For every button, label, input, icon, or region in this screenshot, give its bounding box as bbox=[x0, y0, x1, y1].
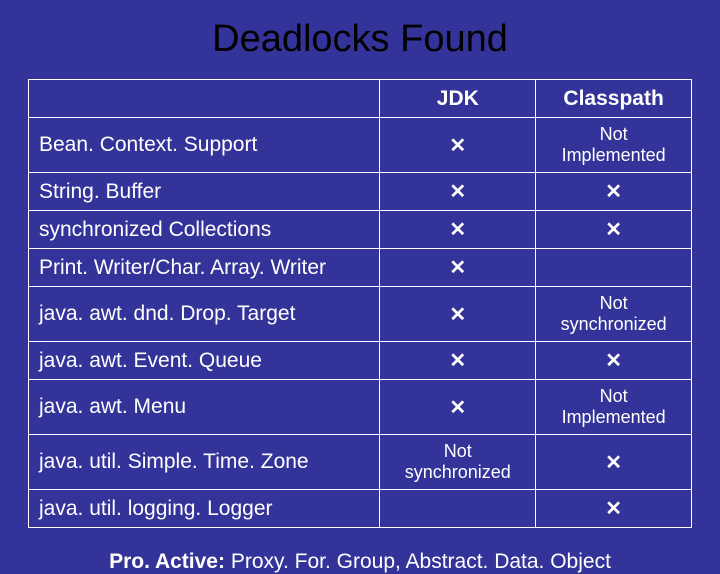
cell-jdk: ✕ bbox=[380, 287, 536, 342]
footer-bold: Pro. Active: bbox=[109, 550, 231, 573]
row-name: java. awt. Event. Queue bbox=[29, 342, 380, 380]
row-name: java. awt. Menu bbox=[29, 380, 380, 435]
row-name: Bean. Context. Support bbox=[29, 118, 380, 173]
row-name: java. awt. dnd. Drop. Target bbox=[29, 287, 380, 342]
cell-jdk: ✕ bbox=[380, 173, 536, 211]
footer-rest: Proxy. For. Group, Abstract. Data. Objec… bbox=[231, 550, 611, 573]
cell-classpath: Not synchronized bbox=[536, 287, 692, 342]
table-row: String. Buffer ✕ ✕ bbox=[29, 173, 692, 211]
page-title: Deadlocks Found bbox=[28, 18, 692, 61]
row-name: java. util. logging. Logger bbox=[29, 490, 380, 528]
cell-jdk: ✕ bbox=[380, 211, 536, 249]
cell-jdk bbox=[380, 490, 536, 528]
slide: Deadlocks Found JDK Classpath Bean. Cont… bbox=[0, 0, 720, 540]
cell-jdk: ✕ bbox=[380, 342, 536, 380]
table-row: java. awt. Menu ✕ Not Implemented bbox=[29, 380, 692, 435]
table-row: java. util. logging. Logger ✕ bbox=[29, 490, 692, 528]
cell-jdk: Not synchronized bbox=[380, 435, 536, 490]
header-classpath: Classpath bbox=[536, 80, 692, 118]
cell-classpath bbox=[536, 249, 692, 287]
row-name: Print. Writer/Char. Array. Writer bbox=[29, 249, 380, 287]
cell-classpath: ✕ bbox=[536, 490, 692, 528]
cell-classpath: Not Implemented bbox=[536, 118, 692, 173]
header-blank bbox=[29, 80, 380, 118]
cell-jdk: ✕ bbox=[380, 380, 536, 435]
cell-jdk: ✕ bbox=[380, 249, 536, 287]
table-row: Print. Writer/Char. Array. Writer ✕ bbox=[29, 249, 692, 287]
table-header-row: JDK Classpath bbox=[29, 80, 692, 118]
deadlock-table: JDK Classpath Bean. Context. Support ✕ N… bbox=[28, 79, 692, 528]
table-row: java. awt. dnd. Drop. Target ✕ Not synch… bbox=[29, 287, 692, 342]
cell-jdk: ✕ bbox=[380, 118, 536, 173]
header-jdk: JDK bbox=[380, 80, 536, 118]
table-row: synchronized Collections ✕ ✕ bbox=[29, 211, 692, 249]
row-name: String. Buffer bbox=[29, 173, 380, 211]
footer-line: Pro. Active: Proxy. For. Group, Abstract… bbox=[28, 550, 692, 574]
table-row: Bean. Context. Support ✕ Not Implemented bbox=[29, 118, 692, 173]
cell-classpath: ✕ bbox=[536, 173, 692, 211]
cell-classpath: ✕ bbox=[536, 211, 692, 249]
row-name: synchronized Collections bbox=[29, 211, 380, 249]
table-row: java. awt. Event. Queue ✕ ✕ bbox=[29, 342, 692, 380]
row-name: java. util. Simple. Time. Zone bbox=[29, 435, 380, 490]
cell-classpath: Not Implemented bbox=[536, 380, 692, 435]
cell-classpath: ✕ bbox=[536, 435, 692, 490]
table-row: java. util. Simple. Time. Zone Not synch… bbox=[29, 435, 692, 490]
cell-classpath: ✕ bbox=[536, 342, 692, 380]
